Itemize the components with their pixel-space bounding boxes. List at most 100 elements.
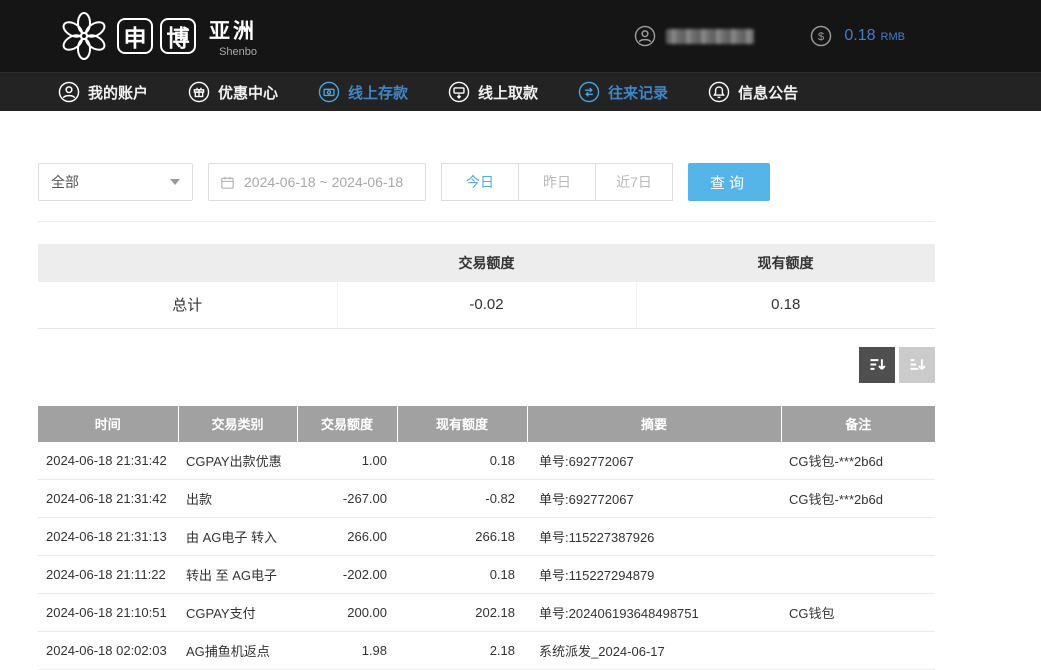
nav-item-deposit[interactable]: 线上存款 <box>318 81 408 103</box>
deposit-icon <box>318 81 340 103</box>
nav-item-withdraw[interactable]: 线上取款 <box>448 81 538 103</box>
record-cell-amount: 266.00 <box>297 518 397 556</box>
calendar-icon <box>219 174 236 191</box>
records-header-row: 时间交易类别交易额度现有额度摘要备注 <box>38 406 935 442</box>
record-cell-amount: 1.98 <box>297 632 397 670</box>
quick-range-button-0[interactable]: 今日 <box>441 163 519 201</box>
search-button[interactable]: 查询 <box>688 163 770 201</box>
sort-descending-button[interactable] <box>859 347 895 383</box>
record-cell-summary: 单号:692772067 <box>527 442 781 480</box>
record-cell-note: CG钱包-***2b6d <box>781 480 935 518</box>
summary-total-label: 总计 <box>38 282 337 328</box>
date-range-input[interactable]: 2024-06-18 ~ 2024-06-18 <box>208 163 426 201</box>
record-cell-time: 2024-06-18 21:31:13 <box>38 518 178 556</box>
nav-item-user[interactable]: 我的账户 <box>58 81 148 103</box>
gift-icon <box>188 81 210 103</box>
date-range-value: 2024-06-18 ~ 2024-06-18 <box>244 174 403 190</box>
records-row: 2024-06-18 21:11:22转出 至 AG电子-202.000.18单… <box>38 556 935 594</box>
nav-item-label: 优惠中心 <box>218 82 278 103</box>
record-cell-time: 2024-06-18 21:11:22 <box>38 556 178 594</box>
records-table: 时间交易类别交易额度现有额度摘要备注 2024-06-18 21:31:42CG… <box>38 406 935 670</box>
record-cell-balance: 2.18 <box>397 632 527 670</box>
record-cell-type: 由 AG电子 转入 <box>178 518 297 556</box>
user-icon <box>58 81 80 103</box>
record-cell-time: 2024-06-18 21:10:51 <box>38 594 178 632</box>
brand-region: 亚洲 <box>209 15 257 45</box>
summary-transaction-total: -0.02 <box>337 282 636 328</box>
record-cell-type: CGPAY出款优惠 <box>178 442 297 480</box>
user-avatar-icon <box>634 25 656 47</box>
content-area: 全部 2024-06-18 ~ 2024-06-18 今日昨日近7日 查询 <box>38 163 935 670</box>
nav-item-label: 线上取款 <box>478 82 538 103</box>
summary-header-transaction: 交易额度 <box>337 244 636 282</box>
record-cell-balance: 0.18 <box>397 556 527 594</box>
type-filter-value: 全部 <box>51 172 79 192</box>
svg-text:$: $ <box>818 31 825 43</box>
record-cell-note <box>781 518 935 556</box>
records-header-1: 交易类别 <box>178 406 297 442</box>
records-row: 2024-06-18 21:10:51CGPAY支付200.00202.18单号… <box>38 594 935 632</box>
nav-item-gift[interactable]: 优惠中心 <box>188 81 278 103</box>
nav-item-transfer-records[interactable]: 往来记录 <box>578 81 668 103</box>
records-table-head: 时间交易类别交易额度现有额度摘要备注 <box>38 406 935 442</box>
records-header-3: 现有额度 <box>397 406 527 442</box>
username-masked <box>666 29 754 44</box>
record-cell-time: 2024-06-18 21:31:42 <box>38 480 178 518</box>
record-cell-type: AG捕鱼机返点 <box>178 632 297 670</box>
record-cell-balance: -0.82 <box>397 480 527 518</box>
nav-item-label: 往来记录 <box>608 82 668 103</box>
record-cell-summary: 单号:692772067 <box>527 480 781 518</box>
record-cell-summary: 单号:202406193648498751 <box>527 594 781 632</box>
record-cell-balance: 202.18 <box>397 594 527 632</box>
record-cell-type: 出款 <box>178 480 297 518</box>
record-cell-note: CG钱包-***2b6d <box>781 442 935 480</box>
record-cell-amount: -267.00 <box>297 480 397 518</box>
record-cell-time: 2024-06-18 02:02:03 <box>38 632 178 670</box>
record-cell-summary: 单号:115227387926 <box>527 518 781 556</box>
record-cell-type: CGPAY支付 <box>178 594 297 632</box>
summary-header-row: 交易额度 现有额度 <box>38 244 935 282</box>
record-cell-summary: 单号:115227294879 <box>527 556 781 594</box>
record-cell-balance: 0.18 <box>397 442 527 480</box>
records-header-5: 备注 <box>781 406 935 442</box>
type-filter-select[interactable]: 全部 <box>38 163 193 201</box>
record-cell-amount: -202.00 <box>297 556 397 594</box>
flower-logo-icon <box>58 10 110 62</box>
records-header-4: 摘要 <box>527 406 781 442</box>
transfer-records-icon <box>578 81 600 103</box>
announcement-icon <box>708 81 730 103</box>
nav-item-label: 我的账户 <box>88 82 148 103</box>
brand-char-2: 博 <box>160 18 196 54</box>
balance-amount: 0.18 <box>844 27 875 45</box>
summary-header-empty <box>38 244 337 282</box>
main-nav: 我的账户 优惠中心 线上存款 线上取款 往来记录 信息公告 <box>0 72 1041 111</box>
record-cell-time: 2024-06-18 21:31:42 <box>38 442 178 480</box>
record-cell-balance: 266.18 <box>397 518 527 556</box>
summary-balance-total: 0.18 <box>636 282 935 328</box>
withdraw-icon <box>448 81 470 103</box>
filter-row: 全部 2024-06-18 ~ 2024-06-18 今日昨日近7日 查询 <box>38 163 935 201</box>
nav-item-announcement[interactable]: 信息公告 <box>708 81 798 103</box>
sort-ascending-button[interactable] <box>899 347 935 383</box>
record-cell-note: CG钱包 <box>781 594 935 632</box>
records-row: 2024-06-18 21:31:42CGPAY出款优惠1.000.18单号:6… <box>38 442 935 480</box>
header-account-area: $ 0.18 RMB <box>634 25 905 47</box>
brand-logo[interactable]: 申 博 亚洲 Shenbo <box>58 10 257 62</box>
quick-range-group: 今日昨日近7日 <box>441 163 673 201</box>
record-cell-amount: 1.00 <box>297 442 397 480</box>
records-row: 2024-06-18 02:02:03AG捕鱼机返点1.982.18系统派发_2… <box>38 632 935 670</box>
record-cell-type: 转出 至 AG电子 <box>178 556 297 594</box>
quick-range-button-2[interactable]: 近7日 <box>595 163 673 201</box>
nav-item-label: 信息公告 <box>738 82 798 103</box>
filter-section: 全部 2024-06-18 ~ 2024-06-18 今日昨日近7日 查询 <box>38 163 935 222</box>
summary-total-row: 总计 -0.02 0.18 <box>38 282 935 328</box>
balance-display: 0.18 RMB <box>844 27 905 45</box>
summary-header-balance: 现有额度 <box>636 244 935 282</box>
dollar-icon: $ <box>810 25 832 47</box>
records-row: 2024-06-18 21:31:42出款-267.00-0.82单号:6927… <box>38 480 935 518</box>
quick-range-button-1[interactable]: 昨日 <box>518 163 596 201</box>
brand-subtitle: Shenbo <box>219 46 257 58</box>
balance-currency: RMB <box>881 31 905 43</box>
sort-controls <box>38 347 935 383</box>
record-cell-summary: 系统派发_2024-06-17 <box>527 632 781 670</box>
